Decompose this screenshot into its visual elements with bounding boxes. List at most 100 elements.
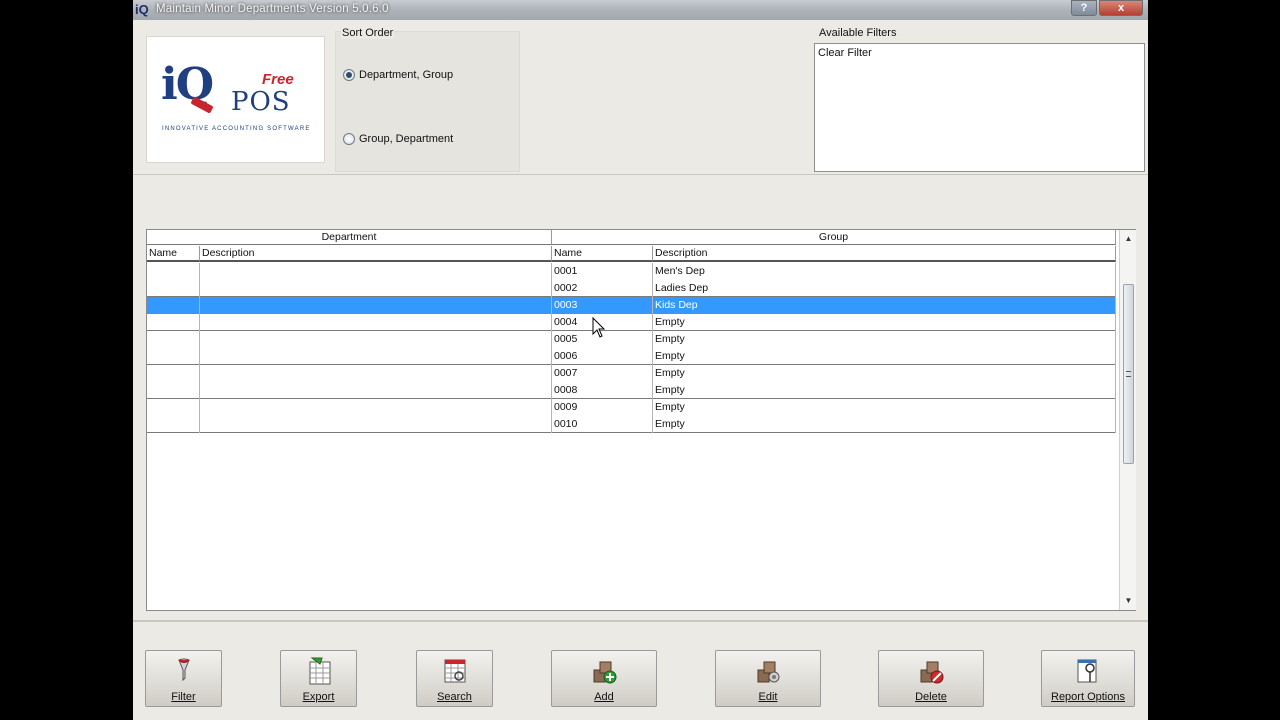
cell-group-description[interactable]: Kids Dep [653, 297, 1116, 314]
edit-boxes-icon [757, 661, 780, 683]
cell-group-description[interactable]: Empty [653, 365, 1116, 382]
help-button[interactable]: ? [1071, 0, 1097, 16]
search-button[interactable]: Search [416, 650, 493, 707]
cell-group-description[interactable]: Empty [653, 331, 1116, 348]
cell-group-name[interactable]: 0001 [552, 263, 653, 280]
cell-dept-description[interactable] [200, 263, 552, 280]
cell-dept-name[interactable] [147, 314, 200, 331]
table-row[interactable]: 0005 Empty [147, 331, 1116, 348]
cell-dept-name[interactable] [147, 331, 200, 348]
close-button[interactable]: x [1099, 0, 1143, 16]
cell-dept-name[interactable] [147, 382, 200, 399]
sort-option-label: Group, Department [359, 133, 454, 145]
column-header-group-name[interactable]: Name [552, 246, 653, 262]
export-button[interactable]: Export [280, 650, 357, 707]
cell-dept-name[interactable] [147, 348, 200, 365]
add-button-label: Add [594, 691, 614, 703]
cell-group-name[interactable]: 0009 [552, 399, 653, 416]
table-row[interactable]: 0001 Men's Dep [147, 263, 1116, 280]
table-row[interactable]: 0007 Empty [147, 365, 1116, 382]
iqpos-logo: iQ Free POS INNOVATIVE ACCOUNTING SOFTWA… [146, 36, 325, 163]
cell-group-description[interactable]: Empty [653, 399, 1116, 416]
cell-group-description[interactable]: Empty [653, 348, 1116, 365]
scroll-thumb[interactable] [1123, 284, 1134, 464]
filter-button[interactable]: Filter [145, 650, 222, 707]
table-row[interactable]: 0002 Ladies Dep [147, 280, 1116, 297]
search-button-label: Search [437, 691, 472, 703]
cell-group-name[interactable]: 0003 [552, 297, 653, 314]
divider [133, 174, 1148, 175]
cell-dept-description[interactable] [200, 331, 552, 348]
cell-dept-description[interactable] [200, 297, 552, 314]
radio-unchecked-icon[interactable] [343, 133, 355, 145]
filter-funnel-icon [177, 658, 190, 682]
cell-dept-name[interactable] [147, 263, 200, 280]
filter-button-label: Filter [171, 691, 196, 703]
column-header-dept-description[interactable]: Description [200, 246, 552, 262]
scroll-grip-icon [1126, 371, 1131, 377]
delete-boxes-icon [920, 661, 944, 684]
scroll-up-arrow-icon[interactable]: ▲ [1123, 234, 1134, 244]
vertical-scrollbar[interactable]: ▲ ▼ [1119, 230, 1136, 610]
sort-order-label: Sort Order [341, 27, 395, 39]
table-row[interactable]: 0006 Empty [147, 348, 1116, 365]
cell-group-name[interactable]: 0007 [552, 365, 653, 382]
cell-dept-name[interactable] [147, 297, 200, 314]
add-boxes-icon [593, 661, 617, 684]
cell-dept-description[interactable] [200, 365, 552, 382]
band-department: Department [147, 230, 552, 245]
available-filters-list[interactable]: Clear Filter [814, 43, 1145, 172]
cell-dept-name[interactable] [147, 416, 200, 433]
window-title: Maintain Minor Departments Version 5.0.6… [156, 3, 389, 15]
table-row[interactable]: 0003 Kids Dep [147, 297, 1116, 314]
logo-pos-text: POS [231, 87, 291, 117]
divider [133, 620, 1148, 622]
sort-group-department-option[interactable]: Group, Department [343, 133, 453, 145]
table-row[interactable]: 0009 Empty [147, 399, 1116, 416]
maintain-minor-departments-window: iQ Maintain Minor Departments Version 5.… [133, 0, 1148, 720]
title-bar[interactable]: iQ Maintain Minor Departments Version 5.… [133, 0, 1148, 20]
cell-dept-description[interactable] [200, 348, 552, 365]
cell-dept-description[interactable] [200, 314, 552, 331]
cell-group-description[interactable]: Empty [653, 382, 1116, 399]
report-options-button[interactable]: Report Options [1041, 650, 1135, 707]
filter-item-clear[interactable]: Clear Filter [818, 47, 872, 59]
column-header-dept-name[interactable]: Name [147, 246, 200, 262]
cell-group-name[interactable]: 0010 [552, 416, 653, 433]
band-group: Group [552, 230, 1116, 245]
cell-group-description[interactable]: Empty [653, 416, 1116, 433]
available-filters-label: Available Filters [819, 27, 897, 39]
sort-order-group [335, 31, 520, 172]
report-options-button-label: Report Options [1051, 691, 1125, 703]
cell-dept-name[interactable] [147, 399, 200, 416]
departments-grid[interactable]: Department Group Name Description Name D… [146, 229, 1136, 611]
cell-group-description[interactable]: Empty [653, 314, 1116, 331]
cell-group-name[interactable]: 0002 [552, 280, 653, 297]
table-row[interactable]: 0004 Empty [147, 314, 1116, 331]
cell-group-description[interactable]: Ladies Dep [653, 280, 1116, 297]
sort-department-group-option[interactable]: Department, Group [343, 69, 453, 81]
search-calendar-icon [444, 659, 465, 683]
cell-dept-name[interactable] [147, 365, 200, 382]
scroll-down-arrow-icon[interactable]: ▼ [1123, 596, 1134, 606]
cell-dept-description[interactable] [200, 399, 552, 416]
cell-dept-description[interactable] [200, 416, 552, 433]
column-header-group-description[interactable]: Description [653, 246, 1116, 262]
table-row[interactable]: 0008 Empty [147, 382, 1116, 399]
add-button[interactable]: Add [551, 650, 657, 707]
radio-checked-icon[interactable] [343, 69, 355, 81]
cell-dept-description[interactable] [200, 382, 552, 399]
delete-button-label: Delete [915, 691, 947, 703]
export-button-label: Export [302, 691, 335, 703]
logo-iq-text: iQ [161, 59, 214, 110]
cell-group-name[interactable]: 0006 [552, 348, 653, 365]
cell-dept-name[interactable] [147, 280, 200, 297]
delete-button[interactable]: Delete [878, 650, 984, 707]
cell-dept-description[interactable] [200, 280, 552, 297]
table-row[interactable]: 0010 Empty [147, 416, 1116, 433]
cell-group-name[interactable]: 0008 [552, 382, 653, 399]
iq-app-icon[interactable]: iQ [135, 2, 153, 18]
logo-free-text: Free [262, 71, 294, 88]
edit-button[interactable]: Edit [715, 650, 821, 707]
cell-group-description[interactable]: Men's Dep [653, 263, 1116, 280]
